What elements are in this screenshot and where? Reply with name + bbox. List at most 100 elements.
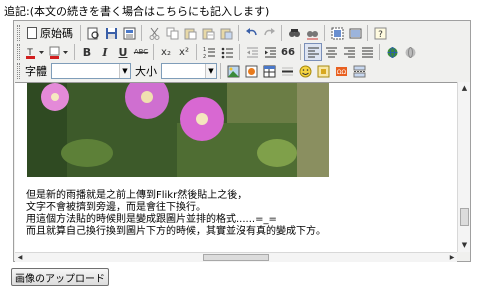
- replace-button[interactable]: [303, 24, 321, 42]
- horizontal-scroll-thumb[interactable]: [203, 254, 269, 261]
- paste-text-icon: [202, 28, 214, 39]
- source-icon: [27, 27, 37, 39]
- svg-text:2: 2: [203, 54, 206, 59]
- flash-button[interactable]: [242, 62, 260, 80]
- toolbar-separator: [80, 25, 81, 41]
- remove-format-button[interactable]: [346, 24, 364, 42]
- chevron-down-icon: ▼: [119, 64, 130, 78]
- select-all-button[interactable]: [328, 24, 346, 42]
- bulleted-list-button[interactable]: [218, 43, 236, 61]
- underline-button[interactable]: U: [114, 43, 132, 61]
- toolbar-separator: [74, 44, 75, 60]
- editor-content-area[interactable]: 但是新的雨播就是之前上傳到Flikr然後貼上之後， 文字不會被擠到旁邊，而是會往…: [15, 82, 457, 252]
- help-icon: ?: [374, 27, 386, 40]
- font-label: 字體: [25, 65, 47, 78]
- content-line: 而且就算自己換行換到圖片下方的時候，其實並沒有真的變成下方。: [26, 226, 326, 237]
- content-text: 但是新的雨播就是之前上傳到Flikr然後貼上之後， 文字不會被擠到旁邊，而是會往…: [26, 190, 326, 238]
- content-line: 文字不會被擠到旁邊，而是會往下換行。: [26, 202, 206, 213]
- font-select[interactable]: ▼: [51, 63, 131, 79]
- scroll-left-icon[interactable]: ◀: [15, 253, 25, 262]
- bulleted-list-icon: [221, 47, 233, 58]
- preview-button[interactable]: [84, 24, 102, 42]
- horizontal-rule-button[interactable]: [278, 62, 296, 80]
- size-label: 大小: [135, 65, 157, 78]
- flower-photo: [27, 83, 329, 177]
- source-label: 原始碼: [40, 27, 73, 40]
- scroll-down-icon[interactable]: ▼: [459, 240, 470, 251]
- additional-text-label: 追記:(本文の続きを書く場合はこちらにも記入します): [4, 5, 270, 18]
- bold-button[interactable]: B: [78, 43, 96, 61]
- save-button[interactable]: [102, 24, 120, 42]
- align-left-icon: [307, 47, 319, 57]
- special-char-icon: [317, 65, 329, 77]
- save-icon: [105, 27, 117, 39]
- horizontal-rule-icon: [281, 67, 293, 75]
- template-button[interactable]: [120, 24, 138, 42]
- vertical-scrollbar[interactable]: ▲ ▼: [457, 82, 470, 252]
- toolbar-grip[interactable]: [17, 63, 20, 79]
- replace-icon: [306, 30, 318, 39]
- toolbar-grip[interactable]: [17, 25, 20, 41]
- copy-button[interactable]: [163, 24, 181, 42]
- toolbar-separator: [239, 44, 240, 60]
- vertical-scroll-thumb[interactable]: [460, 208, 469, 226]
- blockquote-button[interactable]: 66: [279, 43, 297, 61]
- outdent-button[interactable]: [243, 43, 261, 61]
- bg-color-button[interactable]: [47, 43, 71, 61]
- unlink-button[interactable]: [401, 43, 419, 61]
- svg-text:ΩΩ: ΩΩ: [336, 69, 346, 76]
- preview-icon: [87, 27, 99, 39]
- superscript-button[interactable]: x²: [175, 43, 193, 61]
- scroll-up-icon[interactable]: ▲: [459, 83, 470, 94]
- paste-button[interactable]: [181, 24, 199, 42]
- link-button[interactable]: [383, 43, 401, 61]
- toolbar-separator: [153, 44, 154, 60]
- justify-button[interactable]: [358, 43, 376, 61]
- toolbar-separator: [367, 25, 368, 41]
- justify-icon: [361, 47, 373, 57]
- cut-icon: [149, 27, 159, 40]
- redo-button[interactable]: [260, 24, 278, 42]
- find-button[interactable]: [285, 24, 303, 42]
- numbered-list-button[interactable]: 12: [200, 43, 218, 61]
- paste-text-button[interactable]: [199, 24, 217, 42]
- align-right-icon: [343, 47, 355, 57]
- align-center-button[interactable]: [322, 43, 340, 61]
- page-break-button[interactable]: [350, 62, 368, 80]
- toolbar-row-1: 原始碼 ?: [15, 23, 469, 43]
- cut-button[interactable]: [145, 24, 163, 42]
- toolbar-grip[interactable]: [17, 44, 20, 60]
- copy-icon: [166, 27, 178, 39]
- toolbar-separator: [379, 44, 380, 60]
- unlink-icon: [405, 46, 415, 58]
- subscript-button[interactable]: x₂: [157, 43, 175, 61]
- help-button[interactable]: ?: [371, 24, 389, 42]
- italic-button[interactable]: I: [96, 43, 114, 61]
- paste-word-button[interactable]: [217, 24, 235, 42]
- toolbar-row-3: 字體 ▼ 大小 ▼ ΩΩ: [15, 61, 469, 81]
- toolbar-separator: [220, 63, 221, 79]
- text-color-button[interactable]: T: [23, 43, 47, 61]
- select-all-icon: [331, 27, 343, 39]
- align-right-button[interactable]: [340, 43, 358, 61]
- scroll-right-icon[interactable]: ▶: [447, 253, 457, 262]
- table-icon: [263, 65, 275, 77]
- strikethrough-button[interactable]: ABC: [132, 43, 150, 61]
- image-upload-button[interactable]: 画像のアップロード: [11, 268, 109, 286]
- page-break-icon: [353, 65, 365, 77]
- size-select[interactable]: ▼: [161, 63, 217, 79]
- table-button[interactable]: [260, 62, 278, 80]
- smiley-button[interactable]: [296, 62, 314, 80]
- indent-button[interactable]: [261, 43, 279, 61]
- align-left-button[interactable]: [304, 43, 322, 61]
- image-button[interactable]: [224, 62, 242, 80]
- horizontal-scrollbar[interactable]: ◀ ▶: [15, 252, 457, 262]
- undo-button[interactable]: [242, 24, 260, 42]
- toolbar-separator: [238, 25, 239, 41]
- undo-icon: [245, 27, 257, 35]
- special-char-button[interactable]: [314, 62, 332, 80]
- omega-button[interactable]: ΩΩ: [332, 62, 350, 80]
- bg-color-icon: [49, 46, 68, 59]
- link-icon: [387, 46, 397, 58]
- source-button[interactable]: 原始碼: [23, 24, 77, 42]
